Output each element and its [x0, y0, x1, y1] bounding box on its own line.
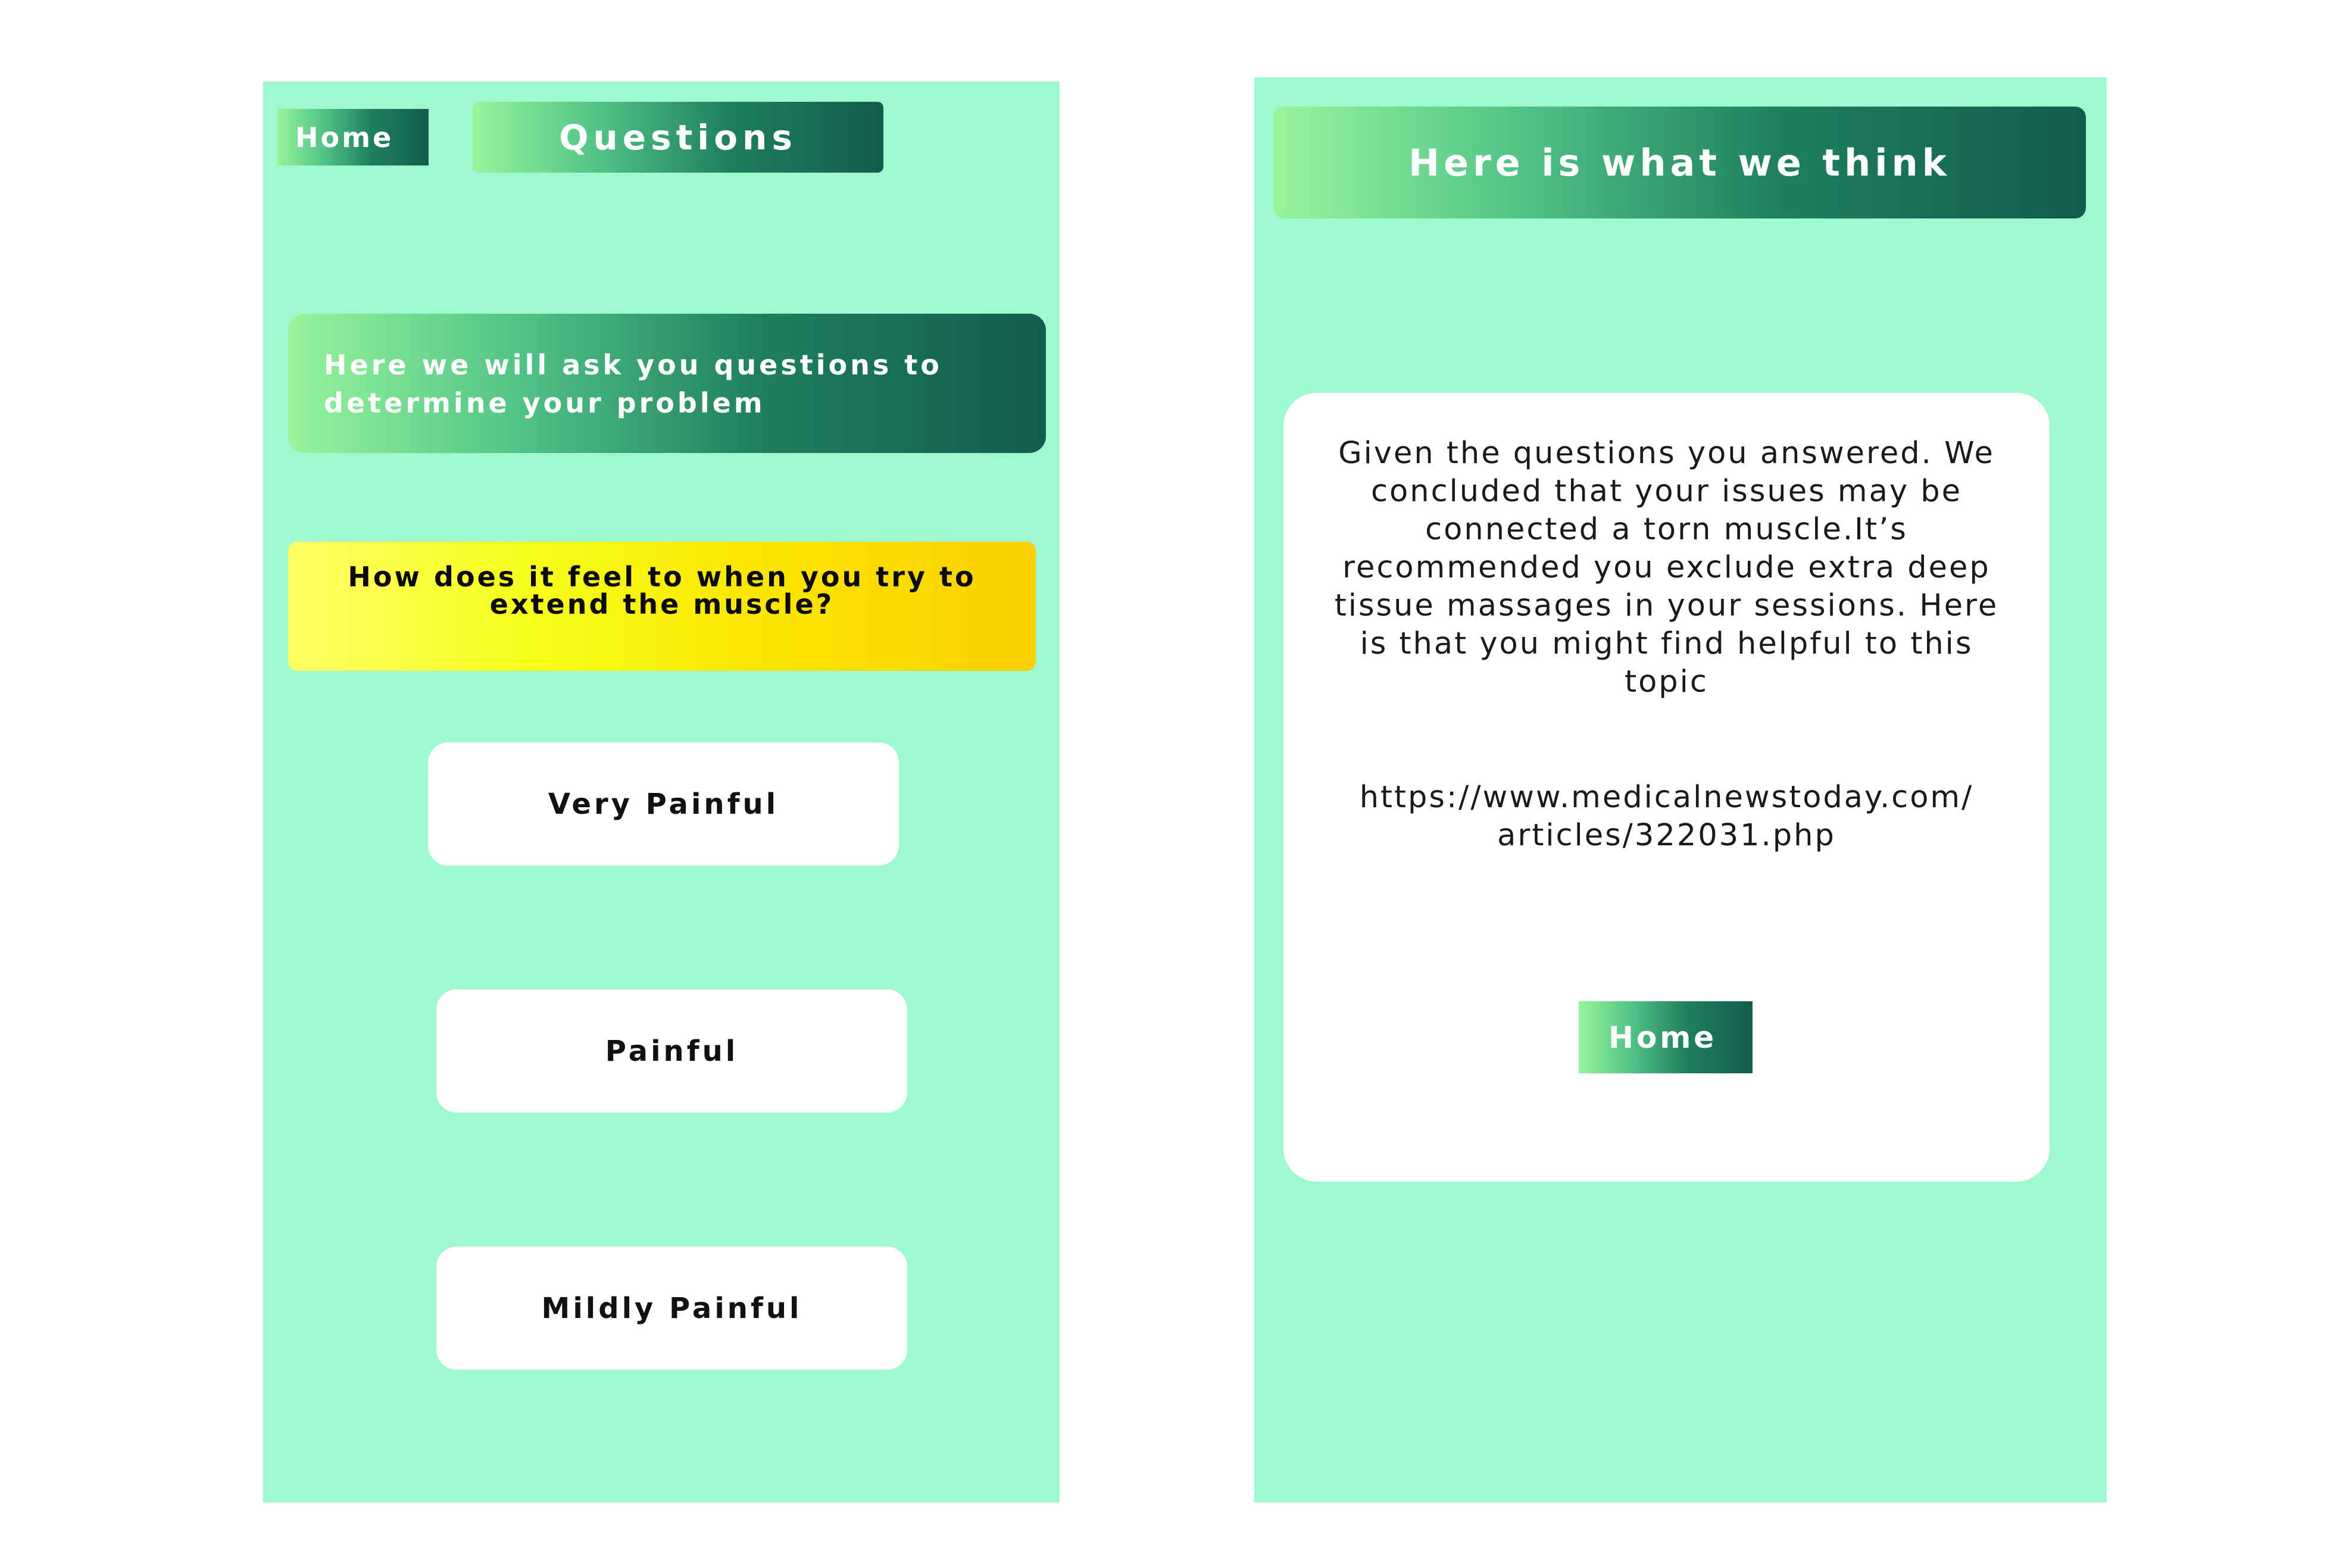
result-line: connected a torn muscle.It’s	[1425, 512, 1908, 547]
result-line: Given the questions you answered. We	[1338, 436, 1995, 471]
answer-very-painful-button[interactable]: Very Painful	[428, 742, 899, 866]
answer-painful-button[interactable]: Painful	[436, 989, 907, 1113]
result-message: Given the questions you answered. We con…	[1319, 435, 2014, 701]
page-title: Questions	[473, 102, 883, 173]
answer-mildly-painful-button[interactable]: Mildly Painful	[436, 1247, 907, 1370]
home-button[interactable]: Home	[277, 109, 429, 165]
question-text-line-1: How does it feel to when you try to	[348, 561, 976, 593]
question-text-line-2: extend the muscle?	[489, 588, 835, 620]
article-link[interactable]: https://www.medicalnewstoday.com/ articl…	[1319, 779, 2014, 855]
question-card: How does it feel to when you try to exte…	[288, 542, 1036, 671]
home-button[interactable]: Home	[1579, 1001, 1753, 1073]
result-line: tissue massages in your sessions. Here	[1334, 588, 1999, 623]
intro-text-line-2: determine your problem	[324, 387, 766, 419]
result-line: topic	[1625, 664, 1708, 699]
result-line: is that you might find helpful to this	[1360, 626, 1973, 661]
result-card: Given the questions you answered. We con…	[1283, 393, 2050, 1182]
result-line: recommended you exclude extra deep	[1342, 550, 1991, 585]
result-header: Here is what we think	[1273, 107, 2086, 218]
intro-card: Here we will ask you questions to determ…	[288, 314, 1046, 453]
intro-text-line-1: Here we will ask you questions to	[324, 349, 942, 381]
result-screen: Here is what we think Given the question…	[1254, 77, 2107, 1503]
article-link-line-2: articles/322031.php	[1497, 818, 1836, 853]
result-line: concluded that your issues may be	[1371, 474, 1962, 509]
questions-screen: Home Questions Here we will ask you ques…	[263, 82, 1060, 1503]
article-link-line-1: https://www.medicalnewstoday.com/	[1359, 780, 1974, 815]
